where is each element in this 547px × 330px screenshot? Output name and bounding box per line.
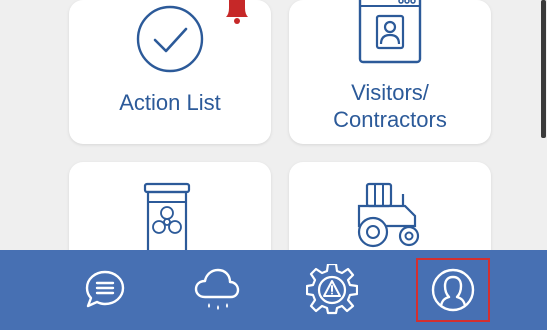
scrollbar[interactable] xyxy=(541,0,546,138)
biohazard-drum-icon xyxy=(143,182,191,252)
chat-bubble-icon xyxy=(85,270,125,308)
checkmark-circle-icon xyxy=(136,5,204,73)
nav-safety[interactable] xyxy=(295,250,369,330)
visitors-label-line2: Contractors xyxy=(333,107,447,132)
bottom-navigation-bar xyxy=(0,250,547,330)
weather-rain-icon xyxy=(194,268,240,310)
nav-weather[interactable] xyxy=(180,250,254,330)
visitors-contractors-tile[interactable]: Visitors/ Contractors xyxy=(289,0,491,144)
bell-icon[interactable] xyxy=(226,0,248,24)
gear-warning-icon xyxy=(306,264,358,315)
visitor-badge-icon xyxy=(358,0,422,64)
app-screen: Action List Visitors/ Contractors xyxy=(0,0,547,330)
user-profile-icon xyxy=(431,268,475,312)
action-list-label: Action List xyxy=(119,90,221,115)
nav-chat[interactable] xyxy=(68,250,142,330)
nav-profile[interactable] xyxy=(416,258,490,322)
visitors-label-line1: Visitors/ xyxy=(351,80,429,105)
tractor-icon xyxy=(357,182,420,248)
